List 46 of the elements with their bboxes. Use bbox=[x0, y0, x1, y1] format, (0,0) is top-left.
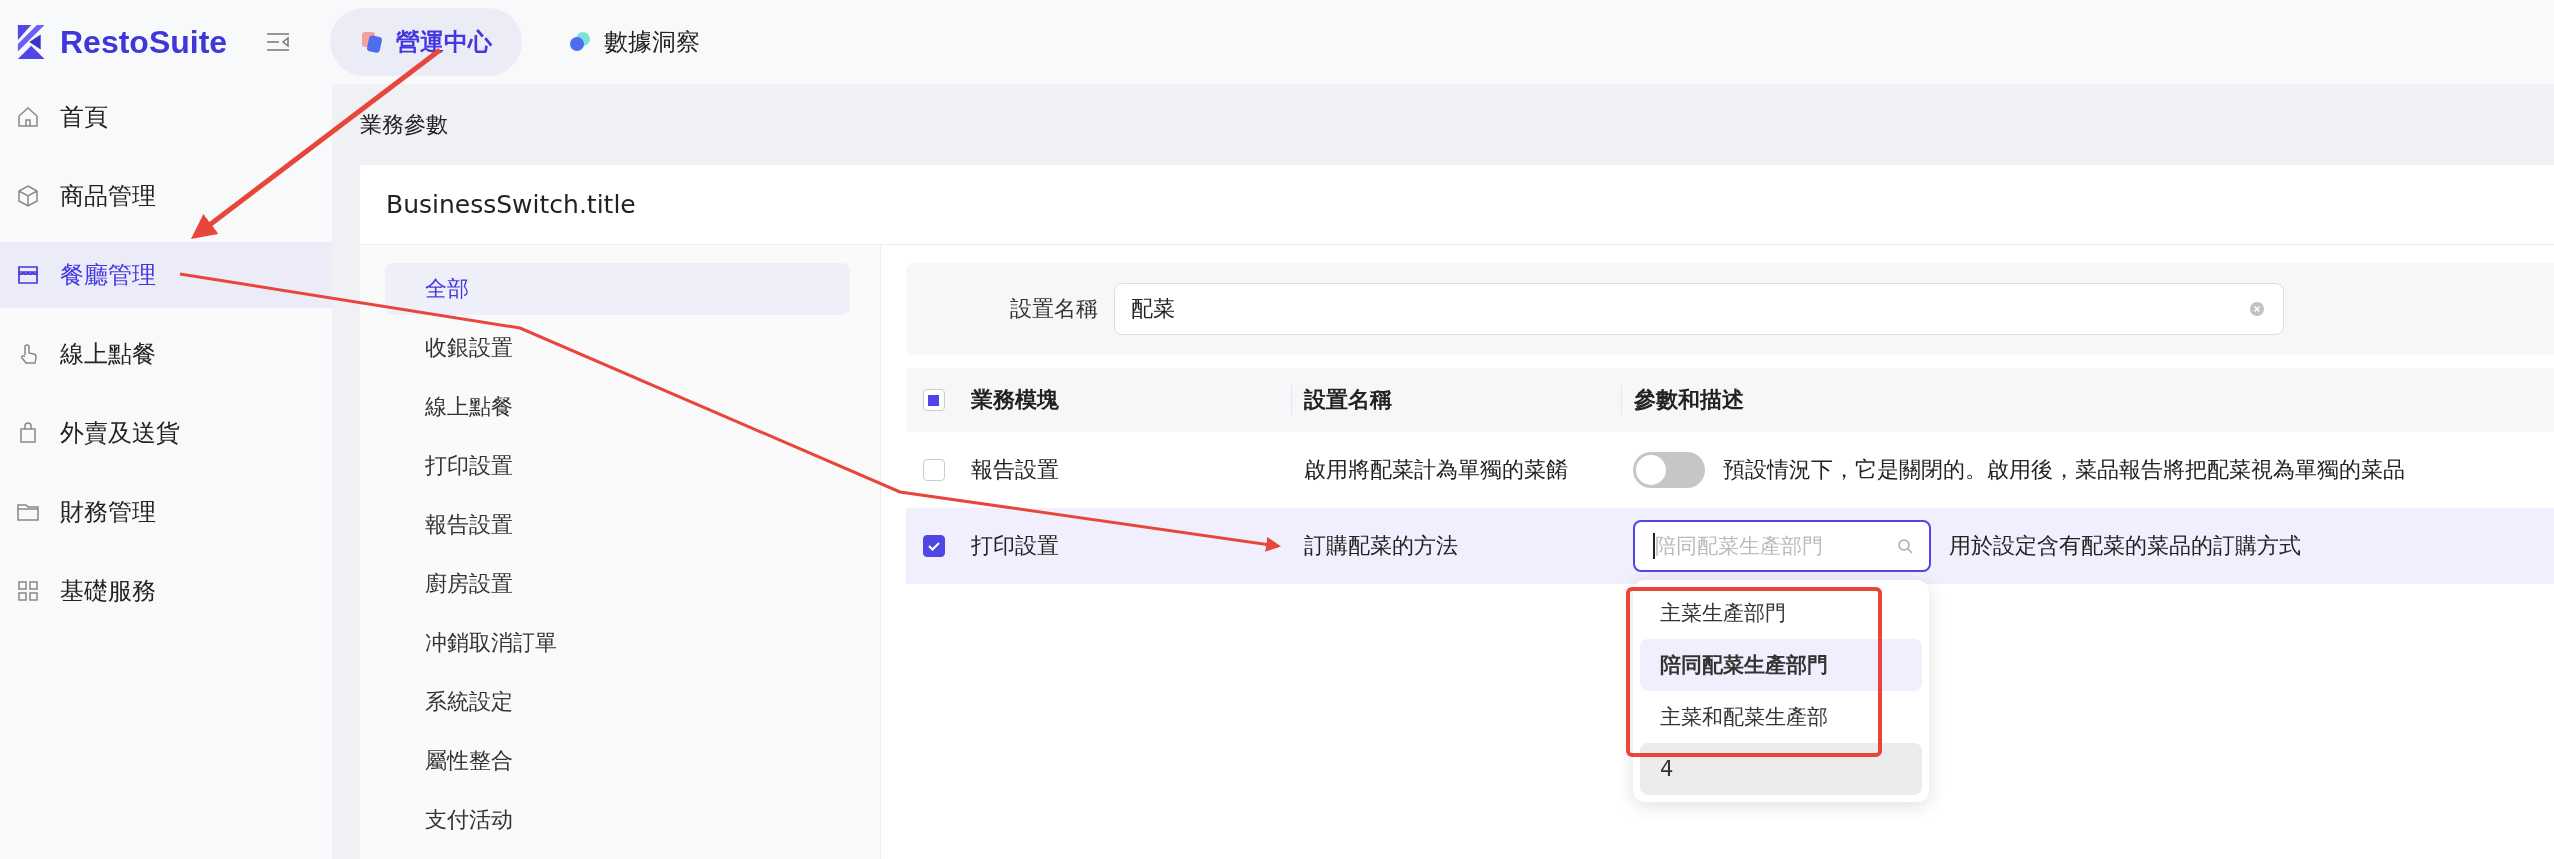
table-cell-text: 用於設定含有配菜的菜品的訂購方式 bbox=[1949, 532, 2301, 560]
category-item[interactable]: 線上點餐 bbox=[385, 381, 850, 433]
top-tab[interactable]: 數據洞察 bbox=[538, 8, 730, 76]
column-header: 業務模塊 bbox=[971, 387, 1059, 412]
select-all-checkbox[interactable] bbox=[922, 389, 945, 411]
clear-icon[interactable] bbox=[2249, 301, 2265, 317]
search-icon bbox=[1897, 538, 1913, 554]
sidebar-item[interactable]: 財務管理 bbox=[0, 479, 332, 545]
category-item[interactable]: 收銀設置 bbox=[385, 322, 850, 374]
dropdown-option[interactable]: 4 bbox=[1640, 743, 1922, 795]
filter-label: 設置名稱 bbox=[1009, 295, 1099, 323]
store-icon bbox=[16, 263, 40, 287]
category-item[interactable]: 屬性整合 bbox=[385, 735, 850, 787]
home-icon bbox=[16, 105, 40, 129]
table-cell: 啟用將配菜計為單獨的菜餚 bbox=[1304, 457, 1568, 482]
sidebar-item[interactable]: 基礎服務 bbox=[0, 558, 332, 624]
category-item[interactable]: 冲銷取消訂單 bbox=[385, 617, 850, 669]
sidebar-item[interactable]: 外賣及送貨 bbox=[0, 400, 332, 466]
category-item[interactable]: 系統設定 bbox=[385, 676, 850, 728]
stacked-cards-icon bbox=[360, 30, 384, 54]
sidebar-item[interactable]: 商品管理 bbox=[0, 163, 332, 229]
sidebar-item[interactable]: 餐廳管理 bbox=[0, 242, 332, 308]
dropdown-option[interactable]: 陪同配菜生產部門 bbox=[1640, 639, 1922, 691]
category-item[interactable]: 報告設置 bbox=[385, 499, 850, 551]
table-cell: 打印設置 bbox=[971, 533, 1059, 558]
table-cell-text: 預設情況下，它是關閉的。啟用後，菜品報告將把配菜視為單獨的菜品 bbox=[1723, 456, 2405, 484]
table-cell: 訂購配菜的方法 bbox=[1304, 533, 1458, 558]
toggle-switch[interactable] bbox=[1633, 452, 1705, 488]
category-item[interactable]: 支付活动 bbox=[385, 794, 850, 846]
category-item[interactable]: 打印設置 bbox=[385, 440, 850, 492]
breadcrumb: 業務參數 bbox=[360, 110, 449, 139]
cube-icon bbox=[16, 184, 40, 208]
table-cell: 報告設置 bbox=[971, 457, 1059, 482]
column-header: 設置名稱 bbox=[1304, 387, 1392, 412]
circles-icon bbox=[568, 30, 592, 54]
search-field[interactable]: 配菜 bbox=[1114, 283, 2284, 335]
sidebar-item[interactable]: 線上點餐 bbox=[0, 321, 332, 387]
top-tab[interactable]: 營運中心 bbox=[330, 8, 522, 76]
category-item[interactable]: 廚房設置 bbox=[385, 558, 850, 610]
grid-icon bbox=[16, 579, 40, 603]
brand-name: RestoSuite bbox=[60, 23, 228, 61]
category-item[interactable]: 全部 bbox=[385, 263, 850, 315]
row-checkbox[interactable] bbox=[922, 535, 945, 557]
sidebar-item[interactable]: 首頁 bbox=[0, 84, 332, 150]
collapse-menu-icon[interactable] bbox=[266, 32, 290, 52]
column-header: 參數和描述 bbox=[1634, 386, 1744, 414]
